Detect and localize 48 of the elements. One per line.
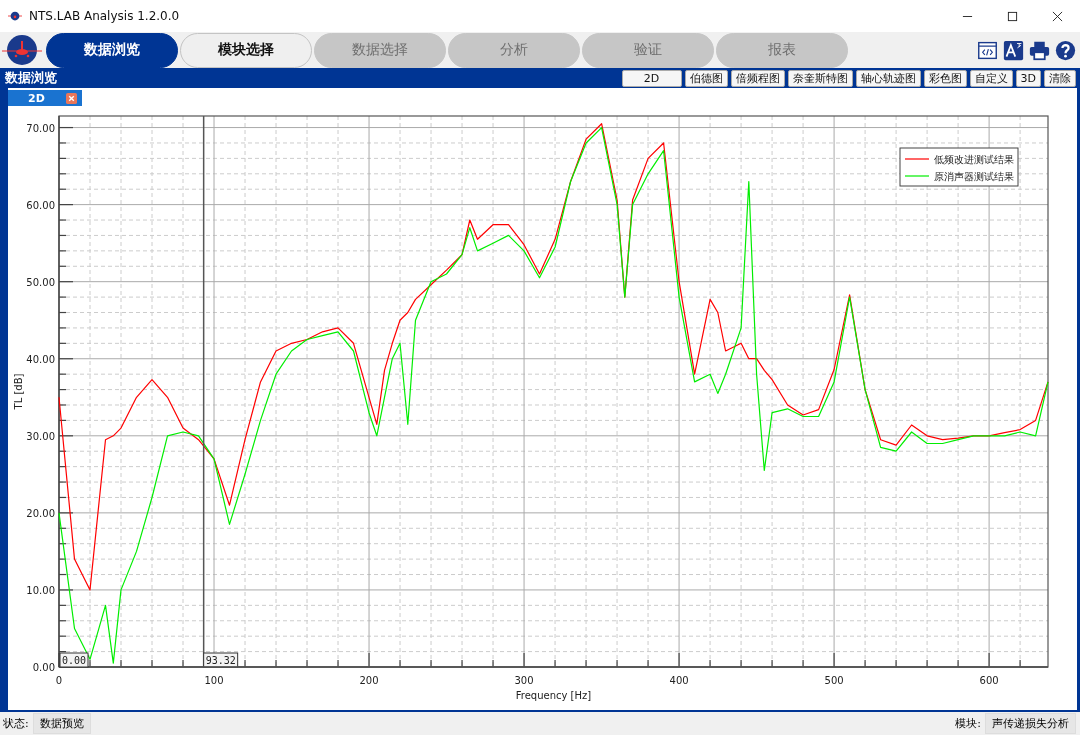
cursor-readout: 93.32 <box>203 652 239 668</box>
status-label: 状态: <box>3 716 29 731</box>
view-button[interactable]: 清除 <box>1044 69 1076 87</box>
app-logo-icon <box>8 9 22 23</box>
view-button[interactable]: 伯德图 <box>684 69 728 87</box>
y-tick-label: 70.00 <box>26 122 55 134</box>
help-icon[interactable] <box>1055 39 1076 61</box>
y-tick-label: 60.00 <box>26 199 55 211</box>
x-tick-label: 100 <box>204 675 224 686</box>
y-tick-label: 50.00 <box>26 276 55 288</box>
y-tick-label: 40.00 <box>26 353 55 365</box>
x-tick-label: 600 <box>979 675 999 686</box>
close-icon[interactable] <box>1052 10 1063 22</box>
panel-title: 数据浏览 <box>5 69 57 87</box>
window-title: NTS.LAB Analysis 1.2.0.0 <box>29 9 180 23</box>
status-value: 数据预览 <box>32 713 91 734</box>
x-tick-label: 400 <box>669 675 689 686</box>
y-tick-label: 10.00 <box>26 584 55 596</box>
document-tab[interactable]: 2D <box>8 90 82 106</box>
x-tick-label: 0 <box>55 675 63 686</box>
airplane-logo-icon <box>2 33 42 67</box>
y-tick-label: 30.00 <box>26 430 55 442</box>
x-axis-title: Frequency [Hz] <box>515 690 592 701</box>
view-button[interactable]: 2D <box>621 69 682 87</box>
view-button[interactable]: 倍频程图 <box>730 69 785 87</box>
x-tick-label: 500 <box>824 675 844 686</box>
legend-label: 原消声器测试结果 <box>934 171 1014 182</box>
nav-tab[interactable]: 模块选择 <box>180 32 312 68</box>
x-tick-label: 300 <box>514 675 534 686</box>
y-axis-title: TL [dB] <box>13 373 24 410</box>
module-value: 声传递损失分析 <box>985 713 1076 734</box>
printer-icon[interactable] <box>1029 39 1050 61</box>
maximize-icon[interactable] <box>1007 10 1018 22</box>
legend-label: 低频改进测试结果 <box>934 154 1014 165</box>
tab-label: 2D <box>28 91 46 105</box>
view-button[interactable]: 自定义 <box>969 69 1013 87</box>
view-button[interactable]: 奈奎斯特图 <box>787 69 853 87</box>
nav-tab[interactable]: 数据浏览 <box>46 32 178 68</box>
view-button[interactable]: 彩色图 <box>923 69 967 87</box>
x-tick-label: 200 <box>359 675 379 686</box>
code-window-icon[interactable] <box>977 39 998 61</box>
y-tick-label: 0.00 <box>32 662 55 673</box>
cursor-readout: 0.00 <box>59 652 89 668</box>
view-button[interactable]: 轴心轨迹图 <box>855 69 921 87</box>
module-label: 模块: <box>955 716 981 731</box>
translate-icon[interactable] <box>1003 39 1024 61</box>
view-button[interactable]: 3D <box>1015 69 1041 87</box>
y-tick-label: 20.00 <box>26 507 55 519</box>
